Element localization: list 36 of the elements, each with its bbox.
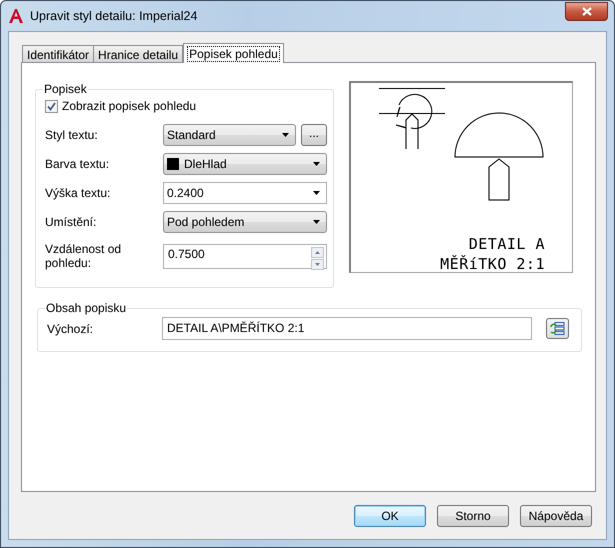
close-icon [582, 6, 592, 16]
group-title: Popisek [43, 82, 88, 96]
browse-button[interactable]: ... [301, 124, 327, 146]
field-label: Vzdálenost od pohledu: [45, 242, 122, 270]
number-field[interactable]: 0.7500 [163, 244, 327, 268]
close-button[interactable] [565, 2, 608, 20]
tab[interactable]: Hranice detailu [93, 45, 184, 62]
checkbox[interactable] [45, 100, 58, 112]
dropdown-arrow-icon [313, 220, 320, 224]
spinner-icon[interactable] [311, 246, 324, 270]
field-label: Umístění: [45, 215, 98, 229]
field-label: Styl textu: [45, 128, 99, 142]
group-title: Obsah popisku [45, 301, 128, 315]
dropdown-arrow-icon [313, 162, 320, 166]
preview-label: DETAIL A [468, 235, 545, 253]
field-label: Výška textu: [45, 186, 112, 200]
list-refresh-icon [550, 321, 565, 336]
window-title: Upravit styl detailu: Imperial24 [30, 9, 198, 23]
checkbox-label: Zobrazit popisek pohledu [62, 99, 196, 113]
input-field[interactable]: DETAIL A\PMĚŘÍTKO 2:1 [162, 317, 532, 340]
dialog-button[interactable]: OK [354, 505, 426, 527]
field-label: Barva textu: [45, 157, 110, 171]
dialog-button[interactable]: Storno [437, 505, 509, 527]
dropdown-arrow-icon [282, 133, 289, 137]
dropdown[interactable]: Standard [163, 124, 296, 146]
preview-label: MĚŘíTKO 2:1 [440, 255, 545, 271]
combo-field[interactable]: 0.2400 [163, 182, 327, 204]
dropdown-arrow-icon [313, 191, 320, 195]
field-label: Výchozí: [47, 322, 94, 336]
dropdown[interactable]: DleHlad [163, 153, 327, 175]
dropdown[interactable]: Pod pohledem [163, 211, 327, 233]
tab[interactable]: Identifikátor [22, 45, 94, 62]
dialog-button[interactable]: Nápověda [520, 505, 592, 527]
field-editor-button[interactable] [546, 318, 569, 339]
tab[interactable]: Popisek pohledu [183, 43, 284, 63]
app-logo-icon [8, 8, 24, 24]
